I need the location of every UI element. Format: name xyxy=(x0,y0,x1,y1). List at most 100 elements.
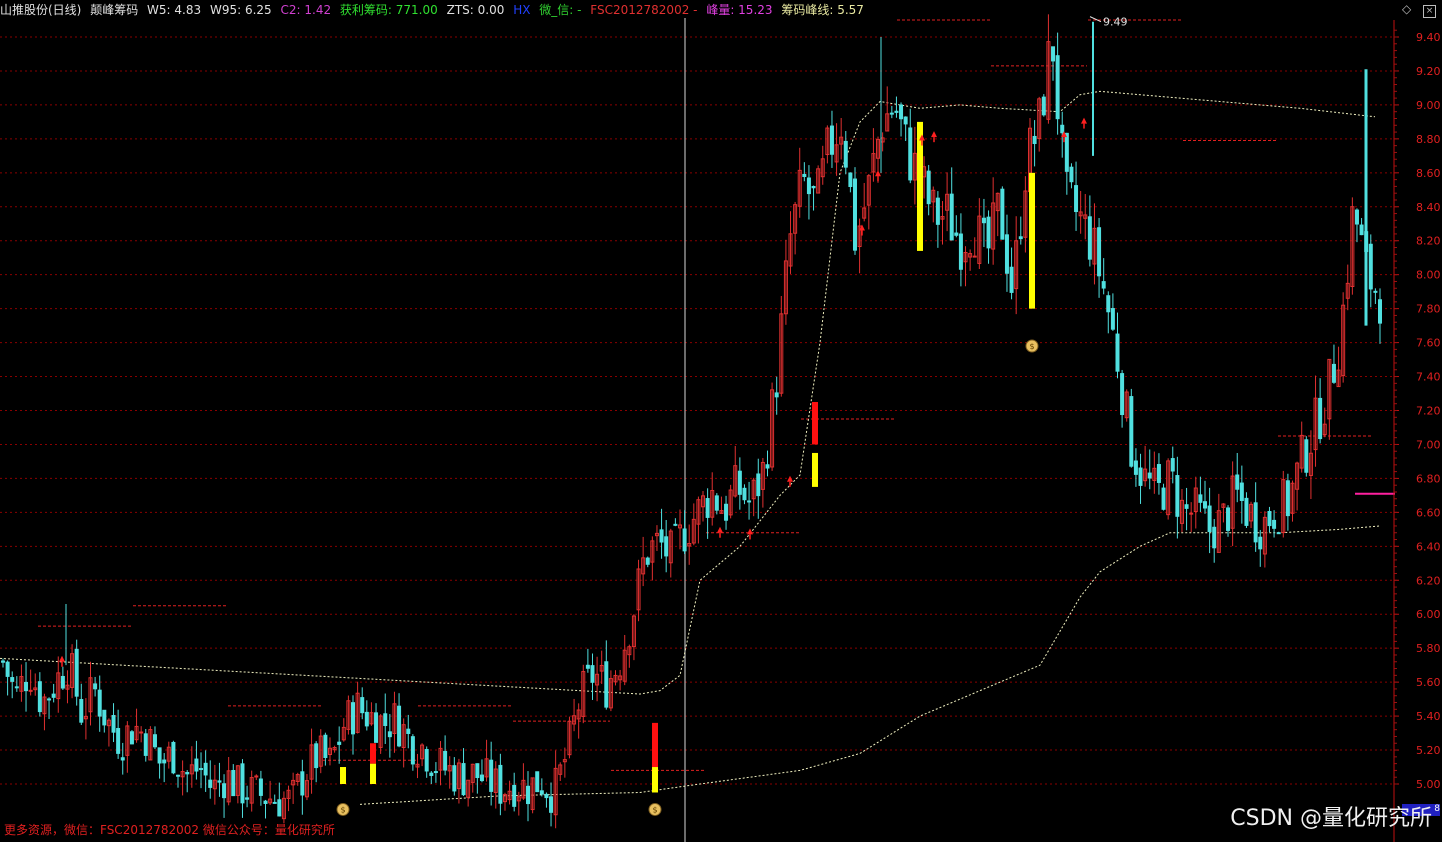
candle-body xyxy=(1055,55,1060,120)
axis-tick-label: 7.80 xyxy=(1416,303,1441,316)
candle-body xyxy=(1258,536,1263,550)
candle-body xyxy=(981,217,986,224)
axis-tick-label: 8.00 xyxy=(1416,269,1441,282)
candle-body xyxy=(1318,397,1323,440)
candle-body xyxy=(479,774,484,782)
candle-body xyxy=(397,705,402,747)
candle-body xyxy=(1115,333,1120,372)
diamond-icon[interactable]: ◇ xyxy=(1402,2,1411,16)
signal-bar xyxy=(370,763,376,784)
axis-tick-label: 9.00 xyxy=(1416,99,1441,112)
candle-body xyxy=(1009,266,1014,293)
candle-body xyxy=(1253,502,1258,543)
candle-body xyxy=(1004,234,1009,274)
candle-body xyxy=(272,801,277,804)
red-arrow-icon xyxy=(59,655,65,662)
candle-body xyxy=(539,790,544,795)
candle-body xyxy=(79,699,84,723)
footer-note: 更多资源，微信：FSC2012782002 微信公众号：量化研究所 xyxy=(4,823,335,837)
c2-value: C2: 1.42 xyxy=(280,3,332,17)
axis-tick-label: 8.80 xyxy=(1416,133,1441,146)
money-bag-icon-glyph: $ xyxy=(340,805,345,814)
axis-tick-label: 7.00 xyxy=(1416,438,1441,451)
candle-body xyxy=(1087,216,1092,260)
window-controls: ◇ × xyxy=(1394,2,1436,18)
candle-body xyxy=(498,764,503,804)
candle-body xyxy=(1226,507,1231,531)
candle-body xyxy=(894,110,899,113)
axis-tick-label: 5.20 xyxy=(1416,744,1441,757)
candle-body xyxy=(544,793,549,799)
weixin-label: 微_信: - xyxy=(539,3,582,17)
candle-body xyxy=(1267,510,1272,527)
indicator-name[interactable]: 颠峰筹码 xyxy=(90,3,138,17)
candle-body xyxy=(1069,166,1074,183)
candle-body xyxy=(1368,243,1373,290)
candle-body xyxy=(742,487,747,501)
candle-body xyxy=(1138,467,1143,486)
candle-body xyxy=(765,464,770,469)
candle-body xyxy=(1032,135,1037,145)
axis-tick-label: 7.40 xyxy=(1416,371,1441,384)
candles: 9.49 xyxy=(1,14,1382,829)
candle-body xyxy=(774,392,779,398)
watermark: CSDN @量化研究所 xyxy=(1230,806,1432,831)
candle-body xyxy=(1198,494,1203,503)
candle-body xyxy=(1189,512,1194,515)
candle-body xyxy=(1101,281,1106,289)
candle-body xyxy=(1373,290,1378,293)
candle-body xyxy=(535,771,540,793)
candle-body xyxy=(424,749,429,772)
candle-body xyxy=(1000,188,1005,240)
price-axis: 9.40 9.20 9.00 8.80 8.60 8.40 8.20 8.00 7.80 7.60… xyxy=(1393,20,1441,842)
w95-value: W95: 6.25 xyxy=(209,3,272,17)
candle-body xyxy=(406,728,411,734)
red-arrow-icon xyxy=(787,475,793,482)
signal-bar xyxy=(812,452,818,487)
axis-tick-label: 8.20 xyxy=(1416,235,1441,248)
candle-body xyxy=(203,762,208,776)
axis-tick-label: 8.60 xyxy=(1416,167,1441,180)
close-box-icon[interactable]: × xyxy=(1423,5,1436,18)
candle-body xyxy=(843,140,848,168)
candle-body xyxy=(93,683,98,690)
candle-body xyxy=(60,675,65,689)
candle-body xyxy=(908,127,913,181)
candle-body xyxy=(222,783,227,799)
stock-name[interactable]: 山推股份(日线) xyxy=(0,3,81,17)
candle-body xyxy=(199,768,204,771)
candle-body xyxy=(129,731,134,745)
candle-body xyxy=(848,172,853,187)
candle-body xyxy=(374,712,379,743)
candle-body xyxy=(24,681,29,692)
candle-body xyxy=(724,503,729,521)
candle-body xyxy=(549,796,554,813)
max-price-pointer xyxy=(1089,16,1102,23)
candle-body xyxy=(1354,209,1359,225)
candle-body xyxy=(37,681,42,713)
candle-body xyxy=(383,713,388,727)
candle-body xyxy=(1239,482,1244,501)
axis-tick-label: 9.20 xyxy=(1416,65,1441,78)
candle-body xyxy=(47,698,52,701)
candlestick-chart[interactable]: 9.49 $ $ $ 9.40 9.20 9.00 8.80 8.60 8.40 8.20 8.0… xyxy=(0,0,1442,842)
max-price-label: 9.49 xyxy=(1103,16,1128,29)
candle-body xyxy=(806,177,811,195)
candle-body xyxy=(387,731,392,738)
candle-body xyxy=(410,736,415,765)
signal-bars xyxy=(340,121,1035,793)
zts-value: ZTS: 0.00 xyxy=(446,3,505,17)
candle-body xyxy=(512,784,517,807)
candle-body xyxy=(1,660,5,663)
candle-body xyxy=(673,523,678,526)
candle-body xyxy=(899,104,904,120)
candle-body xyxy=(1304,439,1309,473)
candle-body xyxy=(1041,96,1046,116)
axis-tick-label: 9.40 xyxy=(1416,31,1441,44)
axis-tick-label: 6.20 xyxy=(1416,574,1441,587)
ma-long-line xyxy=(0,90,1376,695)
signal-bar xyxy=(812,402,818,445)
grid-lines xyxy=(0,36,1394,785)
candle-body xyxy=(852,178,857,251)
hx-label: HX xyxy=(513,3,531,17)
